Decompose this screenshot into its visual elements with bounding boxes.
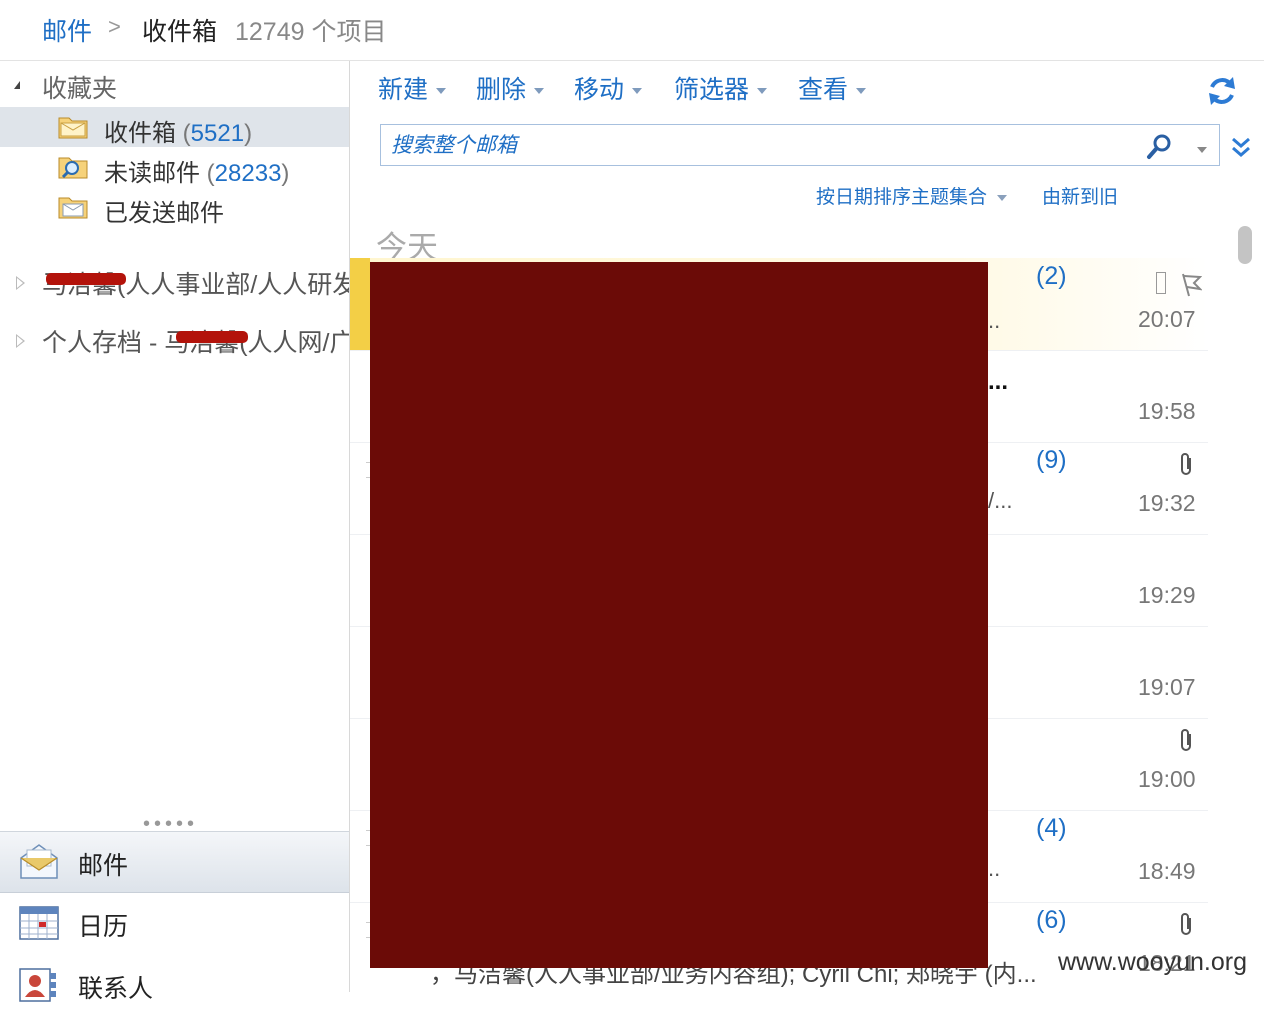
sort-order-button[interactable]: 由新到旧 bbox=[1042, 182, 1118, 209]
breadcrumb-separator: > bbox=[108, 14, 121, 39]
favorite-unread[interactable]: 未读邮件 (28233) bbox=[0, 147, 349, 187]
favorite-sent[interactable]: 已发送邮件 bbox=[0, 187, 349, 227]
chevron-down-icon bbox=[632, 88, 643, 95]
collapse-triangle-icon[interactable] bbox=[14, 81, 20, 89]
search-input[interactable] bbox=[389, 131, 1133, 161]
archive-folder-group[interactable]: 个人存档 - 马洁馨(人人网/广 bbox=[0, 319, 349, 359]
message-time: 19:07 bbox=[1138, 674, 1196, 700]
chevron-down-icon bbox=[534, 88, 545, 95]
name-redaction bbox=[176, 331, 248, 343]
breadcrumb: 邮件 > 收件箱 12749 个项目 bbox=[0, 0, 1264, 61]
refresh-icon[interactable] bbox=[1206, 74, 1238, 108]
left-navigation-pane: 收藏夹 收件箱 (5521) 未读邮件 (28233) 已发送邮件 马洁馨(人人… bbox=[0, 61, 350, 1003]
message-time: 18:49 bbox=[1138, 858, 1196, 884]
mailbox-folder-group[interactable]: 马洁馨(人人事业部/人人研发 bbox=[0, 261, 349, 301]
inbox-folder-icon bbox=[58, 117, 88, 139]
move-button[interactable]: 移动 bbox=[574, 70, 643, 106]
message-time: 19:29 bbox=[1138, 582, 1196, 608]
favorite-sent-label: 已发送邮件 bbox=[104, 200, 224, 227]
search-folder-icon bbox=[58, 157, 88, 179]
favorite-inbox[interactable]: 收件箱 (5521) bbox=[0, 107, 349, 147]
sort-by-date-conversation-button[interactable]: 按日期排序主题集合 bbox=[816, 182, 1008, 209]
attachment-icon bbox=[1181, 913, 1191, 935]
favorites-label: 收藏夹 bbox=[42, 75, 118, 103]
attachment-icon bbox=[1181, 453, 1191, 475]
expand-triangle-icon[interactable] bbox=[16, 276, 25, 290]
chevron-down-icon bbox=[997, 194, 1008, 201]
delete-button[interactable]: 删除 bbox=[476, 70, 545, 106]
nav-section-mail[interactable]: 邮件 bbox=[0, 831, 349, 893]
message-time: 19:32 bbox=[1138, 490, 1196, 516]
message-subject: ... bbox=[988, 368, 1009, 395]
message-time: 20:07 bbox=[1138, 306, 1196, 332]
sent-folder-icon bbox=[58, 197, 88, 219]
nav-section-contacts[interactable]: 联系人 bbox=[0, 955, 349, 1015]
search-box bbox=[380, 124, 1220, 166]
message-preview: .. bbox=[988, 308, 1001, 333]
chevron-down-icon bbox=[436, 88, 447, 95]
message-time: 19:00 bbox=[1138, 766, 1196, 792]
nav-section-calendar[interactable]: 日历 bbox=[0, 893, 349, 953]
favorite-inbox-label: 收件箱 (5521) bbox=[104, 120, 253, 147]
category-icon[interactable] bbox=[1156, 272, 1166, 294]
search-options-dropdown-icon[interactable] bbox=[1197, 147, 1207, 153]
favorites-header[interactable]: 收藏夹 bbox=[0, 65, 349, 105]
new-button[interactable]: 新建 bbox=[378, 70, 447, 106]
redaction-block bbox=[370, 262, 988, 968]
expand-triangle-icon[interactable] bbox=[16, 334, 25, 348]
attachment-icon bbox=[1181, 729, 1191, 751]
message-time: 19:58 bbox=[1138, 398, 1196, 424]
nav-section-contacts-label: 联系人 bbox=[78, 975, 154, 1003]
breadcrumb-current-folder: 收件箱 bbox=[142, 18, 218, 46]
chevron-down-icon bbox=[757, 88, 768, 95]
chevron-down-icon bbox=[856, 88, 867, 95]
message-preview: .. bbox=[988, 856, 1001, 881]
nav-section-mail-label: 邮件 bbox=[78, 852, 129, 880]
search-icon[interactable] bbox=[1145, 133, 1173, 161]
filter-button[interactable]: 筛选器 bbox=[674, 70, 768, 106]
conversation-count: (6) bbox=[1036, 906, 1067, 934]
contacts-icon bbox=[19, 968, 56, 1002]
message-list-scrollbar[interactable] bbox=[1236, 220, 1256, 992]
conversation-count: (9) bbox=[1036, 446, 1067, 474]
name-redaction bbox=[46, 273, 126, 285]
mail-envelope-icon bbox=[20, 844, 58, 879]
breadcrumb-mail-link[interactable]: 邮件 bbox=[42, 12, 92, 48]
scrollbar-thumb[interactable] bbox=[1238, 226, 1252, 264]
double-chevron-down-icon[interactable] bbox=[1230, 134, 1252, 162]
message-preview: /... bbox=[988, 488, 1013, 513]
flag-icon[interactable] bbox=[1180, 272, 1202, 298]
watermark-text: www.wooyun.org bbox=[1058, 948, 1247, 976]
favorite-unread-label: 未读邮件 (28233) bbox=[104, 160, 290, 187]
nav-section-calendar-label: 日历 bbox=[78, 913, 129, 941]
view-button[interactable]: 查看 bbox=[798, 70, 867, 106]
calendar-icon bbox=[19, 906, 59, 940]
conversation-count: (4) bbox=[1036, 814, 1067, 842]
conversation-count: (2) bbox=[1036, 262, 1067, 290]
folder-item-count: 12749 个项目 bbox=[235, 18, 387, 46]
